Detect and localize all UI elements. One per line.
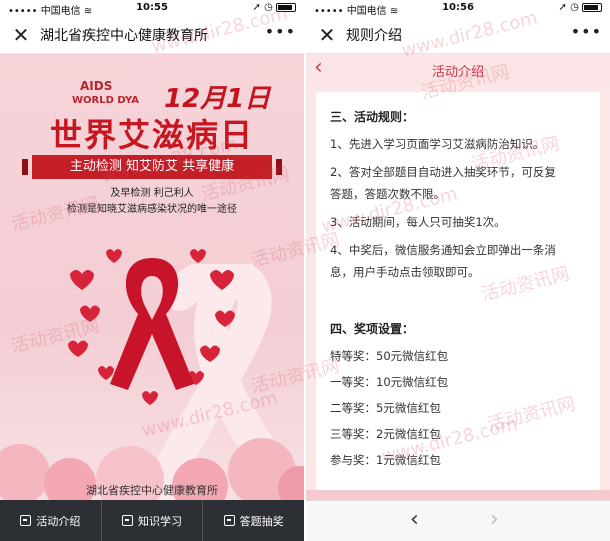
prize-line: 一等奖：10元微信红包	[330, 375, 449, 389]
more-icon[interactable]: •••	[265, 22, 296, 41]
location-icon: ➚	[252, 2, 261, 13]
prize-line: 参与奖：1元微信红包	[330, 453, 441, 467]
sub-header-title: 活动介绍	[431, 65, 484, 80]
aids-label: AIDS	[80, 79, 113, 93]
status-bar: ••••• 中国电信 ≋ 10:55 ➚ ◷	[0, 0, 304, 17]
status-right: ➚ ◷	[558, 2, 602, 13]
tab-quiz-lottery[interactable]: 答题抽奖	[203, 500, 304, 541]
rule-line: 4、中奖后，微信服务通知会立即弹出一条消	[330, 243, 556, 257]
document-icon	[20, 515, 32, 526]
alarm-icon: ◷	[570, 2, 579, 13]
sub-header: ‹ 活动介绍	[306, 55, 610, 83]
poster-title: 世界艾滋病日	[49, 116, 254, 154]
edit-icon	[223, 515, 235, 526]
rule-line: 答题，答题次数不限。	[330, 187, 445, 201]
bottom-tab-bar: 活动介绍 知识学习 答题抽奖	[0, 500, 304, 541]
poster-banner: 主动检测 知艾防艾 共享健康	[22, 155, 282, 179]
page-title: 规则介绍	[346, 28, 402, 44]
rules-card: 三、活动规则： 1、先进入学习页面学习艾滋病防治知识。 2、答对全部题目自动进入…	[316, 92, 600, 490]
alarm-icon: ◷	[264, 2, 273, 13]
browser-bottom-bar: ‹ ›	[306, 500, 610, 541]
world-day-label: WORLD DYA	[72, 95, 139, 106]
prize-line: 三等奖：2元微信红包	[330, 427, 441, 441]
poster-subtitle-1: 及早检测 利己利人	[110, 188, 194, 199]
tab-knowledge-study[interactable]: 知识学习	[102, 500, 204, 541]
battery-icon	[276, 2, 296, 12]
book-icon	[122, 515, 133, 526]
aids-day-poster: AIDS WORLD DYA 12月1日 世界艾滋病日 主动检测 知艾防艾 共享…	[0, 54, 304, 500]
close-icon[interactable]: ✕	[314, 22, 340, 48]
more-icon[interactable]: •••	[571, 22, 602, 41]
status-right: ➚ ◷	[252, 2, 296, 13]
red-ribbon-heart-icon	[68, 249, 235, 405]
prize-line: 二等奖：5元微信红包	[330, 401, 441, 415]
battery-icon	[582, 2, 602, 12]
location-icon: ➚	[558, 2, 567, 13]
poster-organization: 湖北省疾控中心健康教育所	[86, 484, 218, 497]
right-phone: ••••• 中国电信 ≋ 10:56 ➚ ◷ ✕ 规则介绍 ••• ‹ 活动介绍…	[306, 0, 610, 541]
decorative-strip	[306, 490, 610, 500]
rules-heading: 三、活动规则：	[330, 110, 415, 124]
tab-activity-intro[interactable]: 活动介绍	[0, 500, 102, 541]
back-arrow-icon[interactable]: ‹	[410, 507, 419, 532]
poster-subtitle-2: 检测是知晓艾滋病感染状况的唯一途径	[67, 204, 237, 215]
left-phone: ••••• 中国电信 ≋ 10:55 ➚ ◷ ✕ 湖北省疾控中心健康教育所 ••…	[0, 0, 304, 541]
rule-line: 息，用户手动点击领取即可。	[330, 265, 480, 279]
status-bar: ••••• 中国电信 ≋ 10:56 ➚ ◷	[306, 0, 610, 17]
rule-line: 3、活动期间，每人只可抽奖1次。	[330, 215, 506, 229]
forward-arrow-icon[interactable]: ›	[490, 507, 499, 532]
prize-heading: 四、奖项设置：	[330, 322, 415, 336]
nav-bar: ✕ 湖北省疾控中心健康教育所 •••	[0, 16, 304, 54]
page-title: 湖北省疾控中心健康教育所	[40, 28, 208, 44]
rule-line: 2、答对全部题目自动进入抽奖环节，可反复	[330, 165, 556, 179]
screenshot-root: ••••• 中国电信 ≋ 10:55 ➚ ◷ ✕ 湖北省疾控中心健康教育所 ••…	[0, 0, 610, 541]
rule-line: 1、先进入学习页面学习艾滋病防治知识。	[330, 137, 545, 151]
nav-bar: ✕ 规则介绍 •••	[306, 16, 610, 54]
prize-line: 特等奖：50元微信红包	[330, 349, 449, 363]
close-icon[interactable]: ✕	[8, 22, 34, 48]
